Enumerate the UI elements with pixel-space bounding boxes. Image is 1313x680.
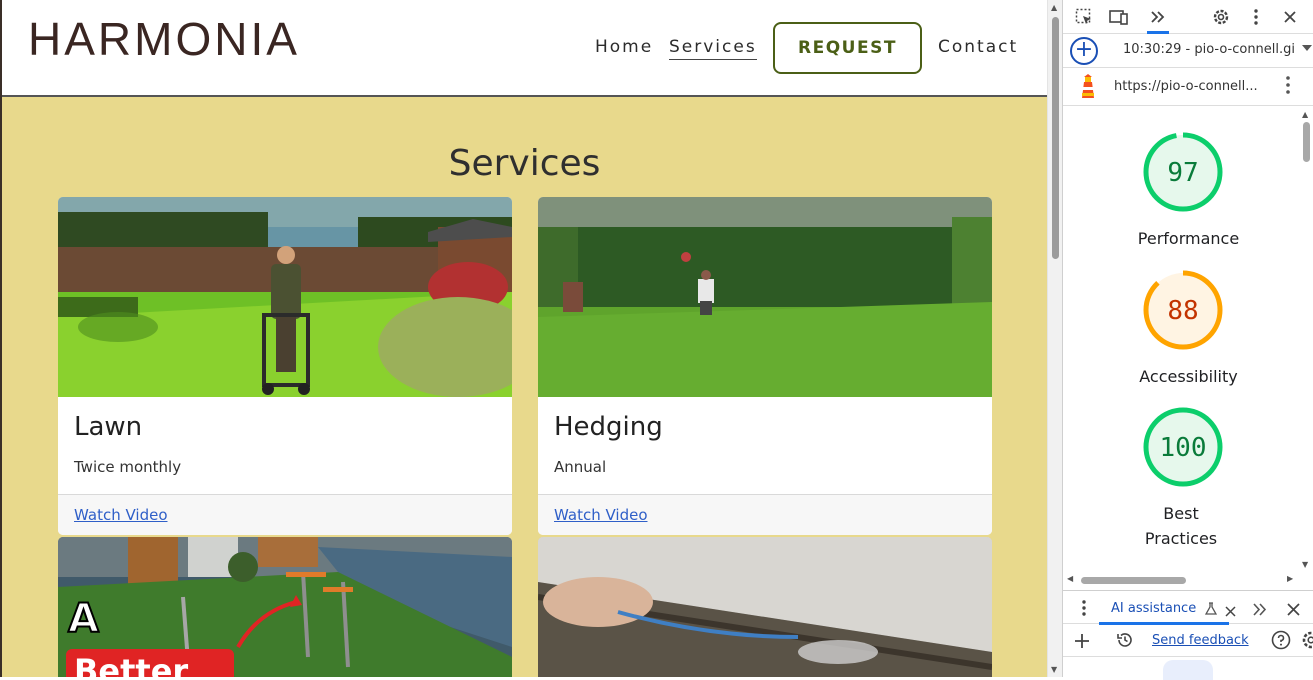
more-tabs-chevron-icon[interactable] [1252,601,1268,620]
more-tabs-chevron-icon[interactable] [1147,6,1169,34]
devtools-toolbar [1063,0,1313,34]
accessibility-label: Accessibility [1139,367,1238,386]
card-title: Hedging [554,412,663,442]
device-toolbar-icon[interactable] [1108,6,1130,28]
inspect-element-icon[interactable] [1073,6,1095,28]
request-button[interactable]: REQUEST [773,22,922,74]
devtools-vertical-scrollbar[interactable]: ▲ ▼ [1299,108,1313,572]
best-practices-label: Best Practices [1144,504,1218,548]
video-thumbnail[interactable]: A Better [58,537,512,677]
settings-gear-icon[interactable] [1210,6,1232,28]
scroll-up-arrow[interactable]: ▲ [1051,3,1057,12]
card-subtitle: Twice monthly [74,458,182,476]
report-session-select[interactable]: 10:30:29 - pio-o-connell.gi [1123,42,1303,57]
settings-gear-icon[interactable] [1301,630,1313,650]
new-report-plus-icon[interactable]: + [1070,37,1098,65]
lighthouse-session-bar: + 10:30:29 - pio-o-connell.gi [1063,34,1313,68]
performance-gauge[interactable]: 97 [1141,130,1225,214]
scrollbar-thumb[interactable] [1052,17,1059,259]
gauge-score: 97 [1167,158,1198,188]
page-scrollbar[interactable]: ▲ ▼ [1047,0,1062,677]
service-card-hedging: Hedging Annual Watch Video [538,197,992,535]
watch-video-link-hedging[interactable]: Watch Video [554,506,648,524]
svg-text:A: A [68,596,99,642]
new-chat-plus-icon[interactable] [1074,633,1090,653]
devtools-horizontal-scrollbar[interactable]: ◀ ▶ [1063,572,1299,588]
scrollbar-thumb[interactable] [1303,122,1310,162]
service-card-lawn: Lawn Twice monthly Watch Video [58,197,512,535]
ai-assistance-toolbar: Send feedback [1063,625,1313,657]
service-card-partial-left: A Better [58,537,512,677]
card-footer: Watch Video [58,494,512,535]
drawer-menu-icon[interactable] [1082,600,1086,620]
url-menu-icon[interactable] [1286,76,1290,98]
video-thumbnail[interactable] [538,537,992,677]
help-icon[interactable] [1271,630,1291,654]
scroll-right-arrow[interactable]: ▶ [1287,574,1293,583]
scrollbar-thumb[interactable] [1081,577,1186,584]
devtools-panel: + 10:30:29 - pio-o-connell.gi https://pi… [1062,0,1313,680]
lawn-video-thumbnail[interactable] [58,197,512,397]
site-logo[interactable]: HARMONIA [28,12,300,66]
scroll-down-arrow[interactable]: ▼ [1051,665,1057,674]
close-devtools-icon[interactable] [1279,6,1301,28]
card-footer: Watch Video [538,494,992,535]
best-practices-gauge[interactable]: 100 [1141,405,1225,489]
close-tab-icon[interactable] [1225,602,1236,621]
drawer-tab-bar: AI assistance [1063,590,1313,625]
tab-label: AI assistance [1111,601,1197,616]
history-icon[interactable] [1116,631,1134,653]
website-viewport: HARMONIA Home Services REQUEST Contact S… [0,0,1047,677]
accessibility-gauge[interactable]: 88 [1141,268,1225,352]
card-subtitle: Annual [554,458,607,476]
nav-contact[interactable]: Contact [938,37,1018,57]
card-title: Lawn [74,412,143,442]
scroll-left-arrow[interactable]: ◀ [1067,574,1073,583]
watch-video-link-lawn[interactable]: Watch Video [74,506,168,524]
ai-avatar [1163,660,1213,680]
report-url: https://pio-o-connell... [1114,79,1258,94]
nav-home[interactable]: Home [595,37,653,57]
performance-label: Performance [1137,229,1240,248]
lighthouse-url-bar: https://pio-o-connell... [1063,68,1313,106]
gauge-score: 100 [1160,433,1207,463]
scroll-up-arrow[interactable]: ▲ [1302,110,1308,119]
gauge-score: 88 [1167,296,1198,326]
send-feedback-link[interactable]: Send feedback [1152,633,1249,648]
nav-services[interactable]: Services [669,37,757,60]
chevron-down-icon[interactable] [1302,45,1312,51]
hedging-video-thumbnail[interactable] [538,197,992,397]
svg-text:Better: Better [74,652,188,677]
more-options-icon[interactable] [1245,6,1267,28]
lighthouse-icon [1077,74,1099,104]
service-card-partial-right [538,537,992,677]
flask-icon [1204,601,1218,620]
site-header: HARMONIA Home Services REQUEST Contact [2,0,1047,97]
scroll-down-arrow[interactable]: ▼ [1302,560,1308,569]
section-title: Services [448,143,601,184]
close-drawer-icon[interactable] [1287,601,1300,620]
